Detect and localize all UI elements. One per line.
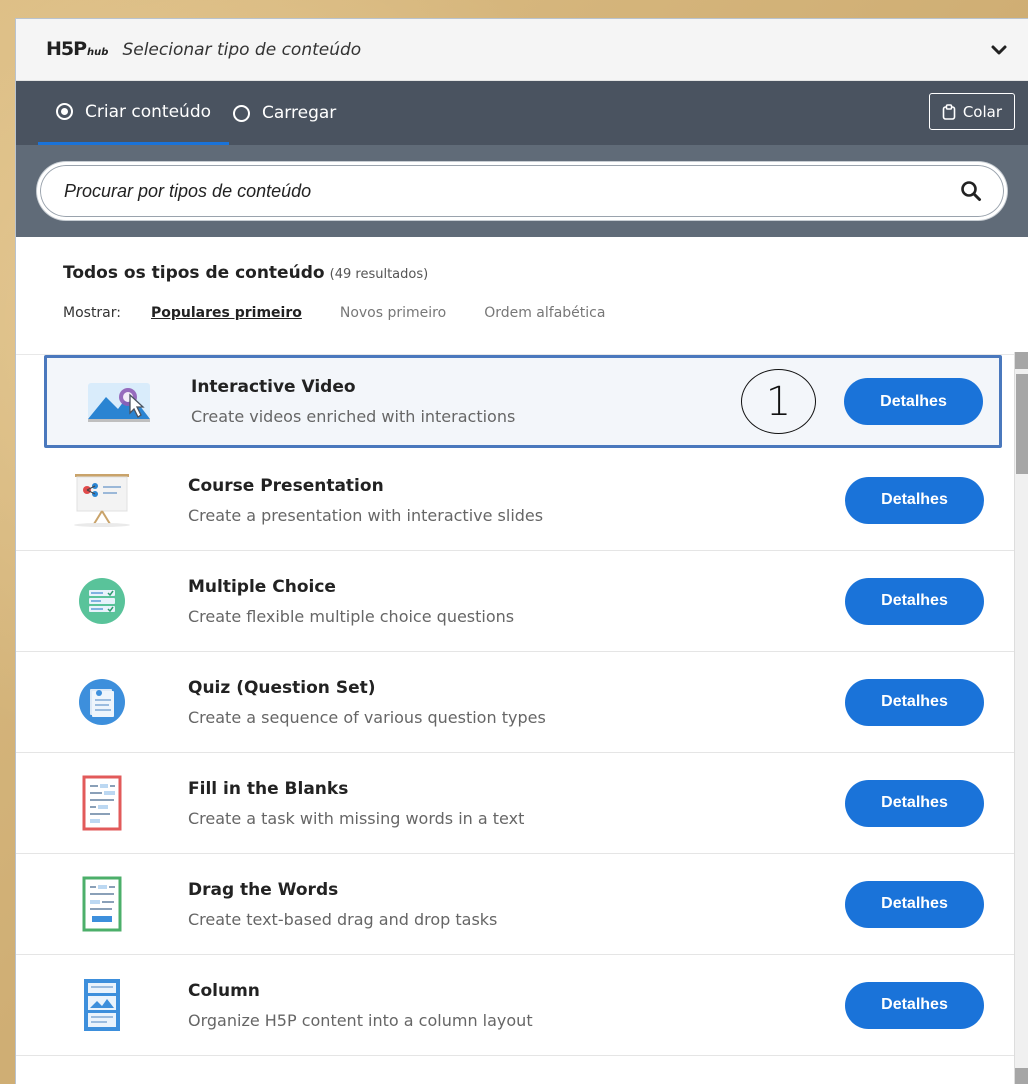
clipboard-icon bbox=[942, 103, 956, 120]
list-item[interactable]: Multiple Choice Create flexible multiple… bbox=[16, 551, 1014, 652]
details-button[interactable]: Detalhes bbox=[845, 880, 984, 928]
chevron-down-icon[interactable] bbox=[990, 41, 1008, 59]
fill-in-blanks-icon bbox=[16, 775, 188, 831]
sort-row: Mostrar: Populares primeiro Novos primei… bbox=[63, 305, 1028, 321]
list-item[interactable]: Column Organize H5P content into a colum… bbox=[16, 955, 1014, 1056]
list-item[interactable]: Drag the Words Create text-based drag an… bbox=[16, 854, 1014, 955]
result-count: (49 resultados) bbox=[329, 267, 429, 282]
details-button[interactable]: Detalhes bbox=[845, 577, 984, 625]
search-icon[interactable] bbox=[960, 180, 982, 202]
details-button[interactable]: Detalhes bbox=[845, 779, 984, 827]
tab-bar: Criar conteúdo Carregar Colar bbox=[16, 81, 1028, 145]
list-item[interactable]: Interactive Video Create videos enriched… bbox=[44, 355, 1002, 448]
radio-selected-icon bbox=[56, 103, 73, 120]
question-set-icon bbox=[16, 677, 188, 727]
h5p-hub-logo: H5P hub bbox=[46, 40, 108, 59]
scroll-thumb[interactable] bbox=[1016, 374, 1028, 474]
list-item[interactable]: Quiz (Question Set) Create a sequence of… bbox=[16, 652, 1014, 753]
list-item[interactable]: Course Presentation Create a presentatio… bbox=[16, 450, 1014, 551]
tab-upload[interactable]: Carregar bbox=[229, 81, 354, 145]
filter-heading: Todos os tipos de conteúdo (49 resultado… bbox=[63, 263, 1028, 283]
details-button[interactable]: Detalhes bbox=[844, 378, 983, 425]
course-presentation-icon bbox=[16, 472, 188, 528]
filter-title: Todos os tipos de conteúdo bbox=[63, 263, 325, 283]
logo-main-text: H5P bbox=[46, 38, 87, 60]
interactive-video-icon bbox=[47, 381, 191, 423]
search-band bbox=[16, 145, 1028, 237]
hub-header[interactable]: H5P hub Selecionar tipo de conteúdo bbox=[16, 19, 1028, 81]
details-button[interactable]: Detalhes bbox=[845, 476, 984, 524]
paste-button[interactable]: Colar bbox=[928, 93, 1015, 130]
column-icon bbox=[16, 977, 188, 1033]
tab-create-label: Criar conteúdo bbox=[85, 101, 212, 122]
list-item[interactable]: Fill in the Blanks Create a task with mi… bbox=[16, 753, 1014, 854]
details-button[interactable]: Detalhes bbox=[845, 678, 984, 726]
multiple-choice-icon bbox=[16, 576, 188, 626]
header-title: Selecionar tipo de conteúdo bbox=[122, 39, 362, 60]
sort-newest-first[interactable]: Novos primeiro bbox=[340, 305, 446, 321]
annotation-marker: 1 bbox=[741, 369, 816, 434]
details-button[interactable]: Detalhes bbox=[845, 981, 984, 1029]
logo-sub-text: hub bbox=[87, 47, 109, 58]
search-input[interactable] bbox=[64, 180, 960, 202]
scroll-down-icon[interactable] bbox=[1015, 1068, 1028, 1084]
scrollbar[interactable] bbox=[1014, 352, 1028, 1084]
paste-label: Colar bbox=[962, 102, 1002, 121]
drag-words-icon bbox=[16, 876, 188, 932]
scroll-up-icon[interactable] bbox=[1015, 352, 1028, 369]
filter-area: Todos os tipos de conteúdo (49 resultado… bbox=[16, 237, 1028, 355]
tab-create-content[interactable]: Criar conteúdo bbox=[38, 81, 230, 145]
h5p-hub-panel: H5P hub Selecionar tipo de conteúdo Cria… bbox=[15, 18, 1028, 1084]
sort-label: Mostrar: bbox=[63, 305, 121, 321]
sort-alphabetical[interactable]: Ordem alfabética bbox=[484, 305, 605, 321]
search-box[interactable] bbox=[37, 162, 1007, 220]
sort-popular-first[interactable]: Populares primeiro bbox=[151, 305, 302, 321]
radio-unselected-icon bbox=[233, 104, 251, 122]
tab-upload-label: Carregar bbox=[262, 103, 337, 123]
content-type-list: Interactive Video Create videos enriched… bbox=[16, 355, 1014, 1056]
